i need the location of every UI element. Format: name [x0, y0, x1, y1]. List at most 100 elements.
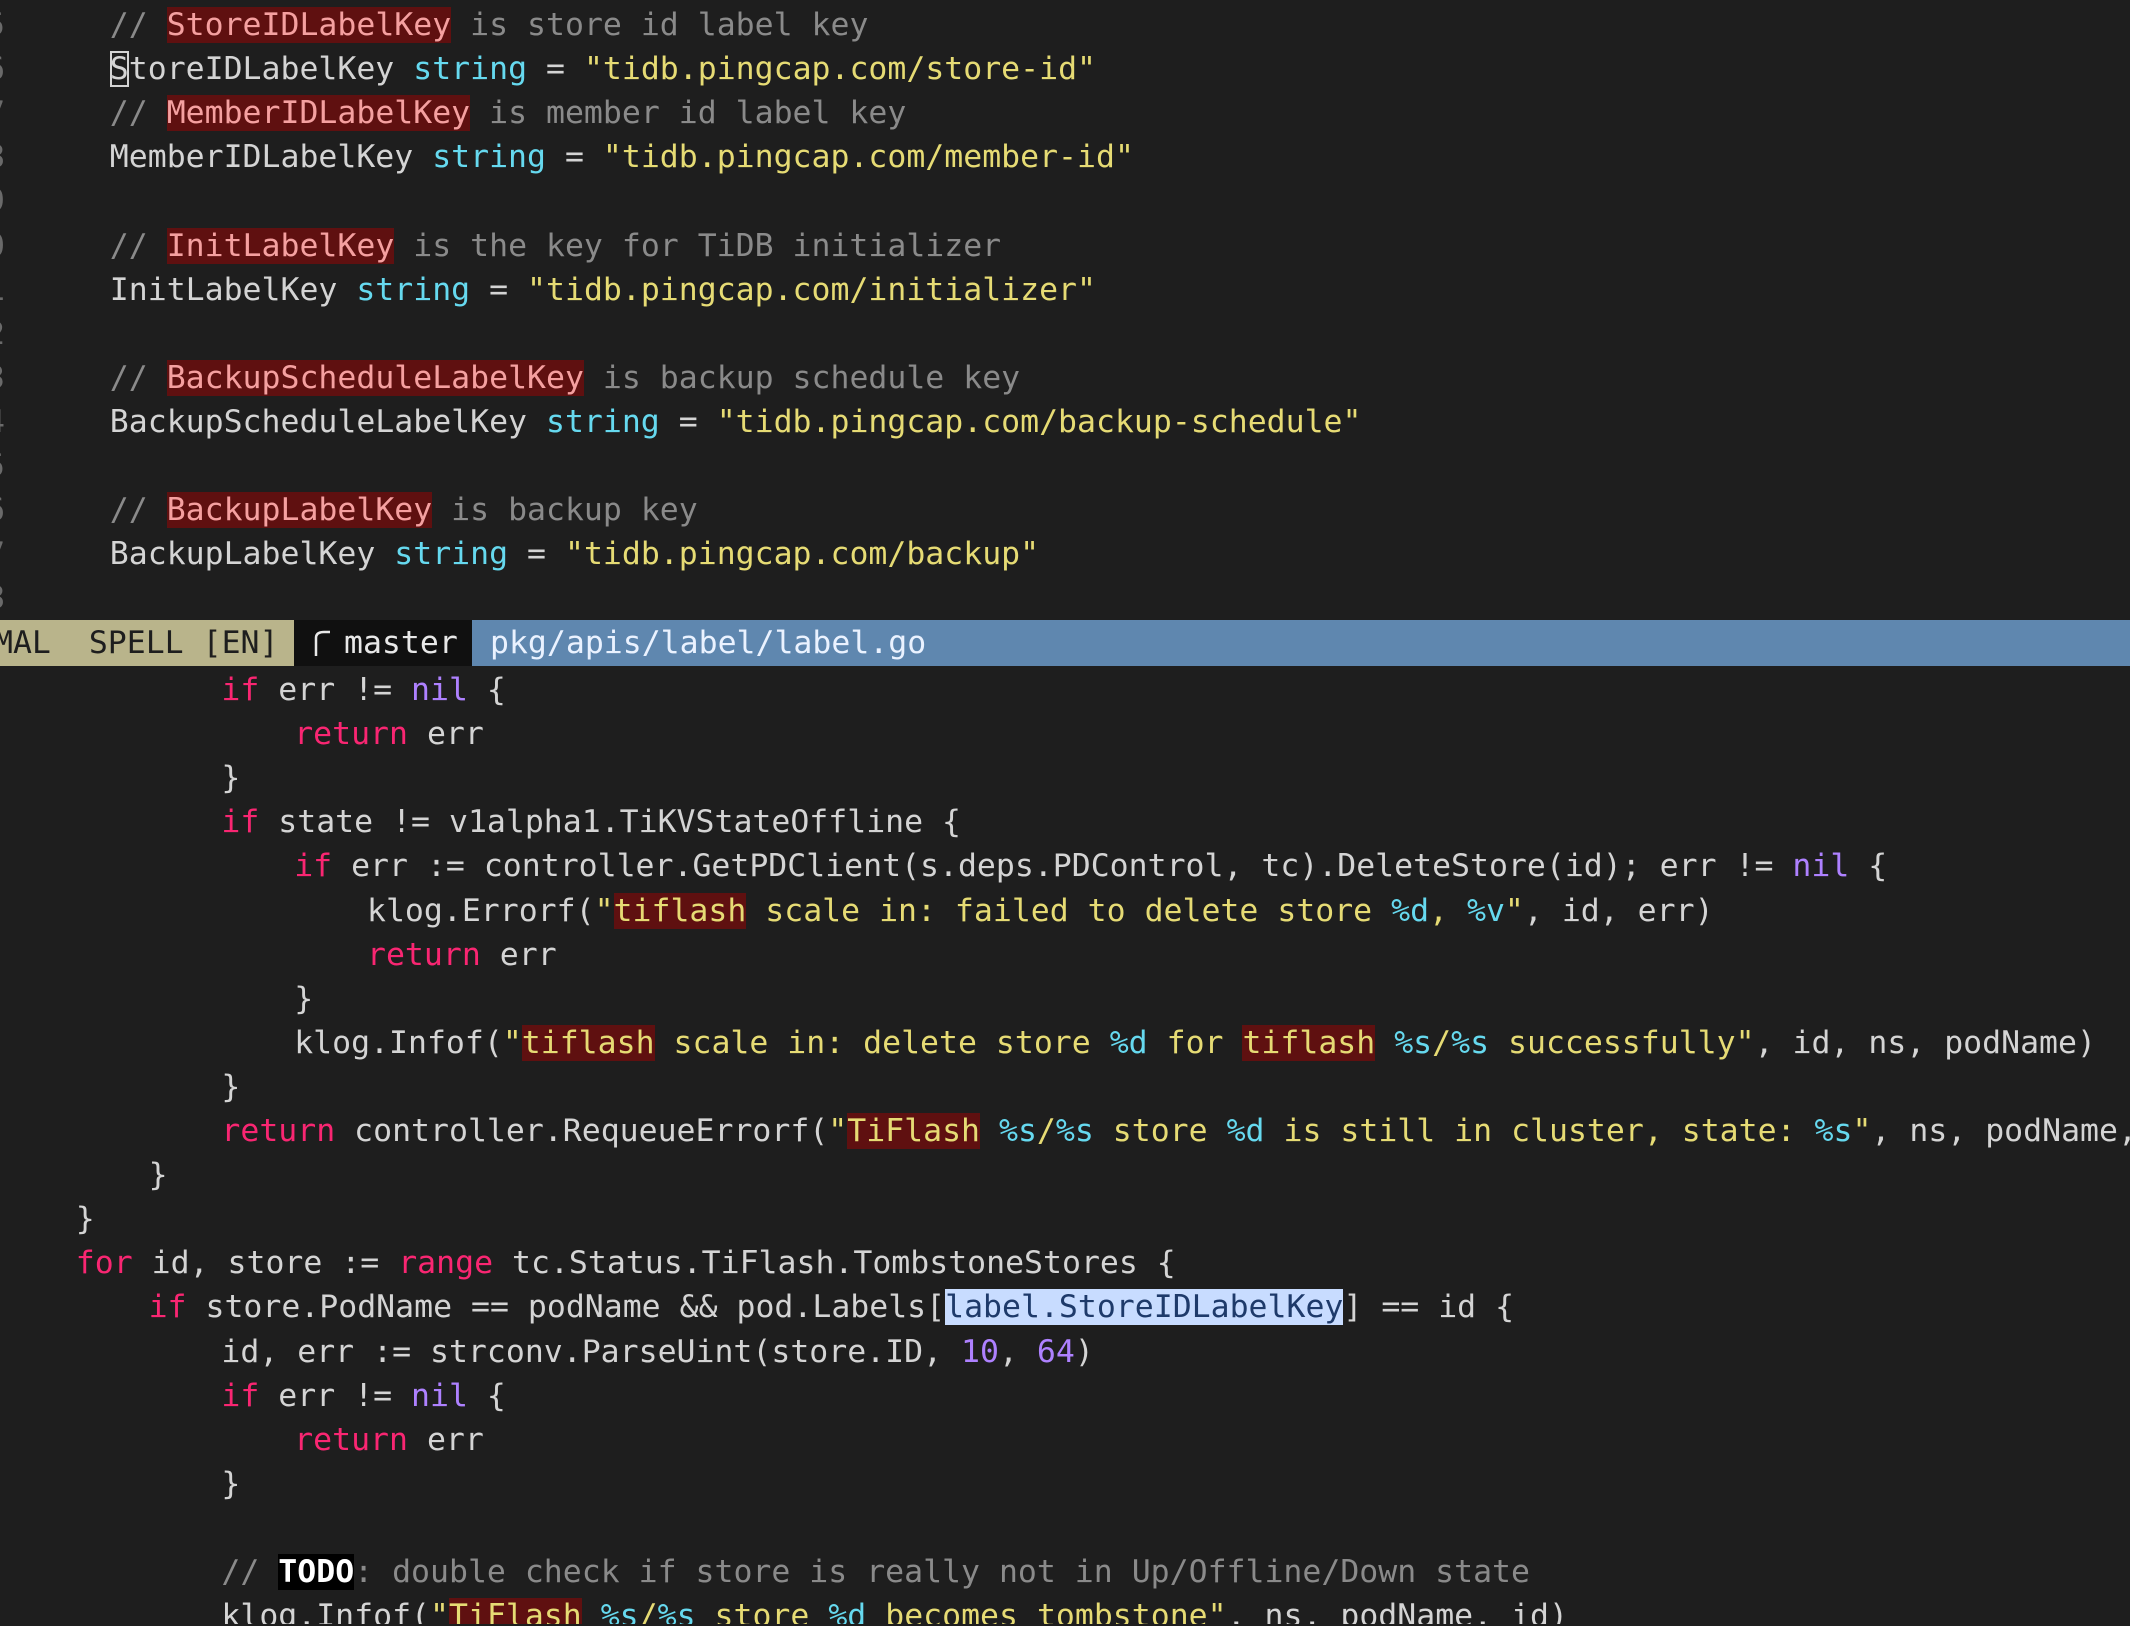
- code-token: MemberIDLabelKey: [166, 95, 471, 132]
- code-line[interactable]: for id, store := range tc.Status.TiFlash…: [0, 1241, 2130, 1285]
- editor-bottom-pane[interactable]: if err != nil {return err} if state != v1…: [0, 666, 2130, 1624]
- code-line[interactable]: 4 BackupScheduleLabelKey string = "tidb.p…: [0, 400, 2130, 444]
- code-line[interactable]: 7 BackupLabelKey string = "tidb.pingcap.c…: [0, 532, 2130, 576]
- code-token: MemberIDLabelKey: [109, 139, 433, 176]
- code-line[interactable]: 5: [0, 444, 2130, 488]
- code-line[interactable]: return err: [0, 712, 2130, 756]
- code-line[interactable]: }: [0, 1462, 2130, 1506]
- code-line[interactable]: }: [0, 977, 2130, 1021]
- code-line[interactable]: return err: [0, 933, 2130, 977]
- code-line[interactable]: 1 InitLabelKey string = "tidb.pingcap.com…: [0, 268, 2130, 312]
- code-token: scale in: failed to delete store: [746, 892, 1392, 929]
- code-token: if: [221, 672, 260, 708]
- editor-top-pane[interactable]: 5 // StoreIDLabelKey is store id label ke…: [0, 0, 2130, 620]
- line-number: 2: [0, 312, 16, 356]
- code-line[interactable]: if store.PodName == podName && pod.Label…: [0, 1285, 2130, 1329]
- code-line[interactable]: 5 // StoreIDLabelKey is store id label ke…: [0, 3, 2130, 47]
- code-token: nil: [411, 1377, 468, 1414]
- code-text: BackupScheduleLabelKey string = "tidb.pi…: [110, 400, 1362, 444]
- branch-indicator: master: [294, 620, 472, 666]
- code-token: BackupLabelKey: [109, 536, 395, 573]
- code-text: if err := controller.GetPDClient(s.deps.…: [294, 844, 1887, 888]
- code-token: }: [221, 1465, 241, 1502]
- code-token: string: [356, 271, 471, 308]
- code-token: }: [294, 980, 314, 1017]
- code-token: is backup schedule key: [583, 359, 1021, 396]
- code-token: "tidb.pingcap.com/member-id": [602, 139, 1134, 176]
- code-line[interactable]: 9: [0, 179, 2130, 223]
- code-token: klog.Infof(: [221, 1598, 431, 1624]
- code-line[interactable]: if err != nil {: [0, 668, 2130, 712]
- code-token: return: [294, 716, 408, 753]
- code-token: ): [1074, 1333, 1094, 1370]
- code-line[interactable]: klog.Errorf("tiflash scale in: failed to…: [0, 889, 2130, 933]
- code-token: "tidb.pingcap.com/backup": [564, 536, 1040, 573]
- code-token: , ns, podName, id): [1226, 1598, 1568, 1624]
- code-line[interactable]: 2: [0, 312, 2130, 356]
- code-line[interactable]: klog.Infof("tiflash scale in: delete sto…: [0, 1021, 2130, 1065]
- line-number: 8: [0, 135, 16, 179]
- code-line[interactable]: 6 StoreIDLabelKey string = "tidb.pingcap.…: [0, 47, 2130, 91]
- code-token: //: [109, 7, 167, 43]
- code-line[interactable]: }: [0, 756, 2130, 800]
- code-line[interactable]: return controller.RequeueErrorf("TiFlash…: [0, 1109, 2130, 1153]
- code-line[interactable]: id, err := strconv.ParseUint(store.ID, 1…: [0, 1330, 2130, 1374]
- code-token: err: [407, 716, 484, 753]
- code-token: {: [467, 672, 506, 708]
- code-token: //: [109, 492, 167, 529]
- code-line[interactable]: 0 // InitLabelKey is the key for TiDB ini…: [0, 224, 2130, 268]
- code-token: toreIDLabelKey: [128, 51, 414, 88]
- code-token: ] == id {: [1343, 1289, 1515, 1326]
- code-line[interactable]: [0, 1506, 2130, 1550]
- line-number: 7: [0, 532, 16, 576]
- code-token: if: [221, 804, 260, 841]
- code-token: {: [1849, 848, 1888, 885]
- code-token: =: [659, 403, 717, 440]
- code-token: %s: [1055, 1113, 1094, 1149]
- line-number: 0: [0, 224, 16, 268]
- code-line[interactable]: }: [0, 1153, 2130, 1197]
- code-text: // BackupScheduleLabelKey is backup sche…: [110, 356, 1020, 400]
- code-line[interactable]: 8: [0, 576, 2130, 620]
- code-token: %d: [828, 1598, 867, 1624]
- code-line[interactable]: if err != nil {: [0, 1374, 2130, 1418]
- code-line[interactable]: // TODO: double check if store is really…: [0, 1550, 2130, 1594]
- status-line: MAL SPELL [EN] master pkg/apis/label/lab…: [0, 620, 2130, 666]
- code-token: BackupScheduleLabelKey: [166, 359, 584, 396]
- code-text: // StoreIDLabelKey is store id label key: [109, 3, 868, 47]
- code-token: 64: [1036, 1333, 1075, 1370]
- code-token: is the key for TiDB initializer: [394, 227, 1002, 264]
- code-token: id, store :=: [132, 1245, 399, 1282]
- code-line[interactable]: }: [0, 1065, 2130, 1109]
- code-line[interactable]: 8 MemberIDLabelKey string = "tidb.pingcap…: [0, 135, 2130, 179]
- code-token: store.PodName == podName && pod.Labels[: [186, 1289, 946, 1326]
- code-token: successfully": [1489, 1024, 1755, 1061]
- code-text: klog.Infof("TiFlash %s/%s store %d becom…: [221, 1594, 1568, 1624]
- code-line[interactable]: 7 // MemberIDLabelKey is member id label …: [0, 91, 2130, 135]
- code-token: ,: [1429, 892, 1467, 929]
- code-token: =: [527, 51, 584, 88]
- code-token: {: [467, 1377, 506, 1414]
- code-token: err: [480, 936, 557, 973]
- code-token: tc.Status.TiFlash.TombstoneStores {: [493, 1245, 1176, 1282]
- code-text: BackupLabelKey string = "tidb.pingcap.co…: [110, 532, 1039, 576]
- code-text: InitLabelKey string = "tidb.pingcap.com/…: [110, 268, 1096, 312]
- code-line[interactable]: return err: [0, 1418, 2130, 1462]
- code-token: tiflash: [613, 892, 747, 929]
- code-line[interactable]: if err := controller.GetPDClient(s.deps.…: [0, 844, 2130, 888]
- code-token: 10: [961, 1333, 999, 1370]
- code-token: for: [1147, 1024, 1243, 1061]
- code-token: /: [638, 1598, 658, 1624]
- code-token: //: [109, 359, 167, 396]
- code-token: %d: [1226, 1113, 1265, 1149]
- code-line[interactable]: }: [0, 1197, 2130, 1241]
- line-number: 6: [0, 47, 16, 91]
- code-token: range: [398, 1245, 494, 1282]
- line-number: 4: [0, 400, 16, 444]
- code-line[interactable]: if state != v1alpha1.TiKVStateOffline {: [0, 800, 2130, 844]
- code-line[interactable]: klog.Infof("TiFlash %s/%s store %d becom…: [0, 1594, 2130, 1624]
- code-line[interactable]: 3 // BackupScheduleLabelKey is backup sch…: [0, 356, 2130, 400]
- code-line[interactable]: 6 // BackupLabelKey is backup key: [0, 488, 2130, 532]
- code-token: nil: [411, 672, 468, 708]
